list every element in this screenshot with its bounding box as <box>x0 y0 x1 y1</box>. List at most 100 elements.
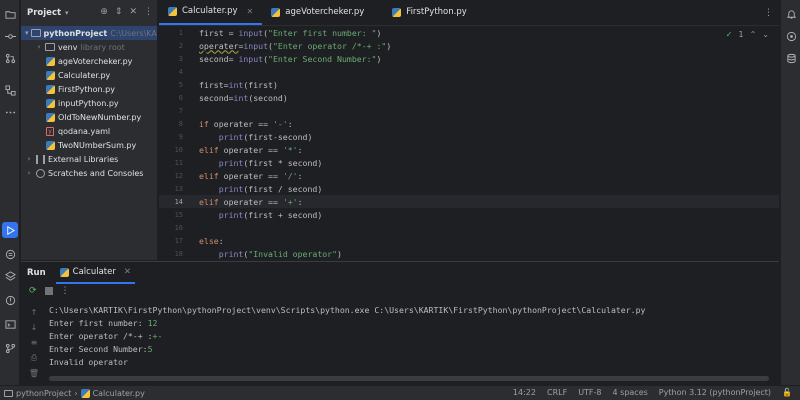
breadcrumb-project[interactable]: pythonProject <box>16 389 71 398</box>
line-number: 1 <box>178 28 183 37</box>
arrow-down-icon[interactable]: ↓ <box>31 323 38 332</box>
editor-tab-bar: Calculater.py ✕ ageVotercheker.py FirstP… <box>159 0 779 26</box>
code-line: 17 else: <box>159 234 779 247</box>
layers-icon[interactable] <box>2 268 18 284</box>
close-icon[interactable]: ✕ <box>129 7 137 17</box>
terminal-icon[interactable] <box>2 316 18 332</box>
code-line: 16 <box>159 221 779 234</box>
lock-icon[interactable]: 🔓 <box>782 388 792 397</box>
chevron-down-icon[interactable]: ▾ <box>25 29 29 37</box>
chevron-right-icon[interactable]: › <box>25 169 33 177</box>
tab-agevotercheker[interactable]: ageVotercheker.py <box>262 0 373 25</box>
run-tab-label: Calculater <box>72 267 116 277</box>
python-interpreter[interactable]: Python 3.12 (pythonProject) <box>659 388 771 397</box>
console-side-toolbar: ↑ ↓ ≡ ⎙ 🗑 <box>27 308 41 378</box>
folder-icon <box>30 28 41 38</box>
line-number: 7 <box>178 106 183 115</box>
close-icon[interactable]: ✕ <box>247 7 254 16</box>
more-options-icon[interactable]: ⋮ <box>144 7 153 17</box>
tree-item-file[interactable]: ageVotercheker.py <box>21 54 157 68</box>
run-icon[interactable] <box>2 222 18 238</box>
console-line: Enter Second Number:5 <box>49 344 153 354</box>
project-panel-header: Project ▾ ⊕ ⇕ ✕ ⋮ <box>21 0 157 26</box>
run-tool-window: Run Calculater ✕ ⟳ ⋮ ↑ ↓ ≡ ⎙ 🗑 C:\Users\… <box>21 261 779 385</box>
tree-item-file[interactable]: Calculater.py <box>21 68 157 82</box>
python-file-icon <box>45 56 55 66</box>
tree-item-file[interactable]: FirstPython.py <box>21 82 157 96</box>
tree-item-label: Scratches and Consoles <box>48 168 144 178</box>
pull-requests-icon[interactable] <box>2 50 18 66</box>
line-number: 15 <box>174 210 183 219</box>
database-icon[interactable] <box>783 50 799 66</box>
tree-item-scratches[interactable]: › Scratches and Consoles <box>21 166 157 180</box>
tree-item-file[interactable]: inputPython.py <box>21 96 157 110</box>
rerun-icon[interactable]: ⟳ <box>29 286 37 296</box>
tree-item-label: qodana.yaml <box>58 126 111 136</box>
folder-icon <box>45 42 55 52</box>
code-line: 4 <box>159 65 779 78</box>
line-number: 12 <box>174 171 183 180</box>
tab-calculater[interactable]: Calculater.py ✕ <box>159 0 263 25</box>
version-control-icon[interactable] <box>2 340 18 356</box>
line-number: 3 <box>178 54 183 63</box>
project-panel-title[interactable]: Project <box>27 8 61 18</box>
breadcrumb-file[interactable]: Calculater.py <box>93 389 145 398</box>
chevron-down-icon[interactable]: ▾ <box>65 9 69 17</box>
status-bar: pythonProject › Calculater.py 14:22 CRLF… <box>0 385 800 400</box>
code-line: 3 second= input("Enter Second Number:") <box>159 52 779 65</box>
line-number: 4 <box>178 67 183 76</box>
tree-root-item[interactable]: ▾ pythonProject C:\Users\KARTIK <box>21 26 157 40</box>
tree-item-venv[interactable]: › venv library root <box>21 40 157 54</box>
tab-label: FirstPython.py <box>406 7 467 17</box>
tab-run-calculater[interactable]: Calculater ✕ <box>55 262 135 284</box>
python-file-icon <box>59 267 69 277</box>
delete-icon[interactable]: 🗑 <box>29 369 39 378</box>
tree-item-file[interactable]: OldToNewNumber.py <box>21 110 157 124</box>
arrow-up-icon[interactable]: ↑ <box>31 308 38 317</box>
more-tools-icon[interactable] <box>2 104 18 120</box>
indent-setting[interactable]: 4 spaces <box>613 388 648 397</box>
line-number: 13 <box>174 184 183 193</box>
code-line: 15 print(first + second) <box>159 208 779 221</box>
python-file-icon <box>45 70 55 80</box>
code-line: 10 elif operater == '*': <box>159 143 779 156</box>
tree-item-file[interactable]: TwoNUmberSum.py <box>21 138 157 152</box>
tab-firstpython[interactable]: FirstPython.py <box>383 0 475 25</box>
console-command: C:\Users\KARTIK\FirstPython\pythonProjec… <box>49 305 646 315</box>
soft-wrap-icon[interactable]: ≡ <box>31 338 38 347</box>
library-icon <box>35 154 45 164</box>
problems-icon[interactable] <box>2 292 18 308</box>
close-icon[interactable]: ✕ <box>124 267 131 277</box>
console-line: Enter operator /*-+ :+- <box>49 331 163 341</box>
expand-all-icon[interactable]: ⇕ <box>115 7 123 17</box>
tree-item-label: Calculater.py <box>58 70 111 80</box>
tree-item-file[interactable]: y qodana.yaml <box>21 124 157 138</box>
tab-label: ageVotercheker.py <box>285 7 365 17</box>
chevron-right-icon[interactable]: › <box>25 155 33 163</box>
line-number: 5 <box>178 80 183 89</box>
file-encoding[interactable]: UTF-8 <box>578 388 601 397</box>
folder-icon[interactable] <box>2 6 18 22</box>
line-number: 16 <box>174 223 183 232</box>
tree-item-external-libraries[interactable]: › External Libraries <box>21 152 157 166</box>
commit-icon[interactable] <box>2 28 18 44</box>
more-options-icon[interactable]: ⋮ <box>61 286 70 296</box>
line-separator[interactable]: CRLF <box>547 388 567 397</box>
notifications-icon[interactable] <box>783 6 799 22</box>
breadcrumb[interactable]: pythonProject › Calculater.py <box>4 388 145 398</box>
caret-position[interactable]: 14:22 <box>513 388 536 397</box>
structure-icon[interactable] <box>2 82 18 98</box>
more-options-icon[interactable]: ⋮ <box>764 8 773 18</box>
stop-icon[interactable] <box>44 287 53 295</box>
chevron-right-icon[interactable]: › <box>35 43 43 51</box>
tree-item-label: venv <box>58 42 78 52</box>
locate-icon[interactable]: ⊕ <box>100 7 108 17</box>
code-editor[interactable]: ✓ 1 ⌃ ⌄ 1 first = input("Enter first num… <box>159 26 779 260</box>
print-icon[interactable]: ⎙ <box>31 353 37 363</box>
ai-assistant-icon[interactable] <box>783 28 799 44</box>
python-packages-icon[interactable] <box>2 246 18 262</box>
console-output[interactable]: C:\Users\KARTIK\FirstPython\pythonProjec… <box>49 304 645 369</box>
line-number: 2 <box>178 41 183 50</box>
horizontal-scrollbar[interactable] <box>49 376 769 381</box>
code-line: 1 first = input("Enter first number: ") <box>159 26 779 39</box>
